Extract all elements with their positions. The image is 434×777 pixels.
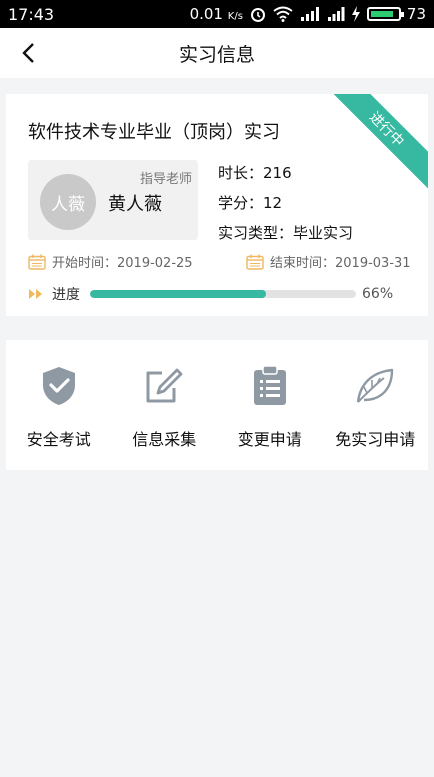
progress-percent: 66% <box>362 286 394 302</box>
clipboard-list-icon <box>248 364 292 408</box>
network-speed-unit: K/s <box>227 11 243 22</box>
exemption-request-button[interactable]: 免实习申请 <box>323 340 429 470</box>
calendar-icon <box>28 254 46 270</box>
battery-icon <box>366 7 404 21</box>
page-title: 实习信息 <box>178 43 255 66</box>
back-button[interactable] <box>14 38 44 68</box>
app-header: 实习信息 <box>0 28 434 78</box>
progress-row: 进度 66% <box>28 284 408 304</box>
calendar-icon <box>246 254 264 270</box>
progress-label: 进度 <box>52 287 80 303</box>
start-date-text: 开始时间：2019-02-25 <box>52 256 193 271</box>
teacher-box: 指导老师 人薇 黄人薇 <box>28 160 198 240</box>
credits: 学分：12 <box>218 194 283 212</box>
internship-card[interactable]: 进行中 软件技术专业毕业（顶岗）实习 指导老师 人薇 黄人薇 时长：216 学分… <box>6 94 428 316</box>
internship-title: 软件技术专业毕业（顶岗）实习 <box>28 122 280 143</box>
wifi-icon <box>273 6 293 22</box>
action-label: 安全考试 <box>26 430 91 449</box>
end-date-text: 结束时间：2019-03-31 <box>270 256 411 271</box>
date-row: 开始时间：2019-02-25 结束时间：2019-03-31 <box>28 252 418 272</box>
charging-icon <box>351 6 361 22</box>
teacher-name: 黄人薇 <box>108 194 162 215</box>
action-label: 免实习申请 <box>335 430 416 449</box>
info-collection-button[interactable]: 信息采集 <box>112 340 218 470</box>
edit-icon <box>142 364 186 408</box>
chevron-left-icon <box>22 43 34 63</box>
fast-forward-icon <box>29 289 42 299</box>
action-label: 变更申请 <box>237 430 302 449</box>
signal-4g-icon <box>299 6 321 22</box>
action-label: 信息采集 <box>132 430 197 449</box>
change-request-button[interactable]: 变更申请 <box>217 340 323 470</box>
start-date: 开始时间：2019-02-25 <box>28 252 193 271</box>
status-time: 17:43 <box>8 4 55 24</box>
duration: 时长：216 <box>218 164 292 182</box>
avatar: 人薇 <box>40 174 96 230</box>
action-grid: 安全考试 信息采集 变更申请 免实习申请 <box>6 340 428 470</box>
shield-check-icon <box>37 364 81 408</box>
teacher-tag: 指导老师 <box>139 172 192 187</box>
internship-info: 时长：216 学分：12 实习类型：毕业实习 <box>218 164 353 254</box>
end-date: 结束时间：2019-03-31 <box>246 252 411 271</box>
leaf-icon <box>353 364 397 408</box>
status-bar: 17:43 0.01 K/s 73 <box>0 0 434 28</box>
alarm-icon <box>249 5 267 23</box>
progress-bar <box>90 290 356 298</box>
battery-level: 73 <box>406 5 426 23</box>
progress-bar-fill <box>90 290 266 298</box>
internship-type: 实习类型：毕业实习 <box>218 224 354 242</box>
network-speed: 0.01 K/s <box>189 5 243 23</box>
signal-icon <box>327 6 345 22</box>
safety-exam-button[interactable]: 安全考试 <box>6 340 112 470</box>
status-indicators: 0.01 K/s 73 <box>190 5 426 23</box>
